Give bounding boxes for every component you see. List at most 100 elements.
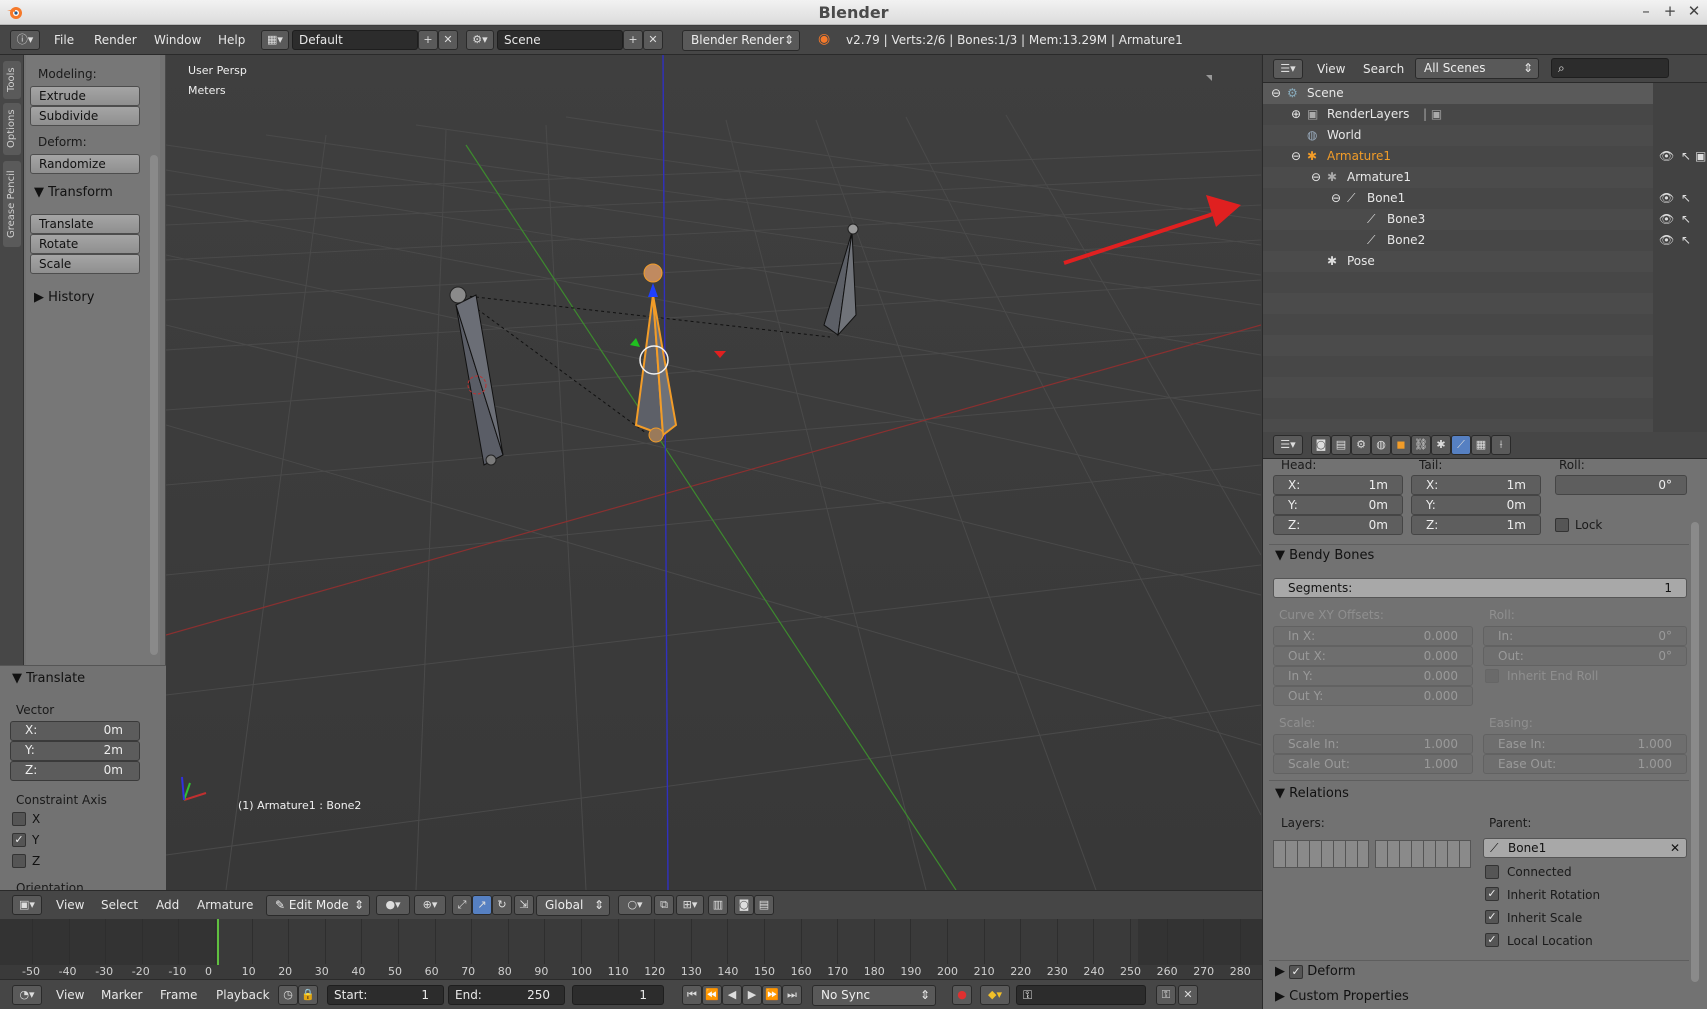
scale-in-field[interactable]: Scale In: 1.000 [1273,734,1473,754]
delete-layout-icon[interactable]: ✕ [438,30,458,50]
curve-out-x-field[interactable]: Out X: 0.000 [1273,646,1473,666]
transform-panel-header[interactable]: ▼ Transform [34,185,113,200]
constraint-y-checkbox[interactable]: ✓ [12,833,26,847]
tab-options[interactable]: Options [3,103,21,155]
local-location-checkbox[interactable]: ✓ [1485,933,1499,947]
jump-start-icon[interactable]: ⏮ [682,985,702,1005]
jump-end-icon[interactable]: ⏭ [782,985,802,1005]
sync-dropdown[interactable]: No Sync ⇕ [812,985,936,1006]
constraint-x-checkbox[interactable] [12,812,26,826]
mode-dropdown[interactable]: ✎ Edit Mode ⇕ [266,895,370,916]
randomize-button[interactable]: Randomize [30,154,140,174]
minimize-icon[interactable]: – [1637,2,1655,20]
selectable-cursor-icon[interactable]: ↖ [1681,149,1691,163]
vp-menu-select[interactable]: Select [101,898,138,912]
outliner-item-bone1[interactable]: ⊖ ⟋ Bone1 [1263,188,1653,209]
transform-orientation-dropdown[interactable]: Global ⇕ [536,895,610,916]
constraint-z-checkbox[interactable] [12,854,26,868]
outliner-item-pose[interactable]: ✱ Pose [1263,251,1653,272]
prev-keyframe-icon[interactable]: ⏪ [702,985,722,1005]
visibility-eye-icon[interactable]: 👁 [1659,212,1674,226]
inherit-end-roll-checkbox[interactable] [1485,669,1499,683]
ease-out-field[interactable]: Ease Out: 1.000 [1483,754,1687,774]
layers-icon[interactable]: ▥ [708,895,728,915]
deform-header[interactable]: ▶ ✓ Deform [1275,964,1356,979]
snap-element-icon[interactable]: ⊞▾ [676,895,704,915]
render-engine-dropdown[interactable]: Blender Render ⇕ [682,30,800,51]
clear-parent-icon[interactable]: ✕ [1670,839,1680,857]
render-opengl-icon[interactable]: ◙ [734,895,754,915]
outliner-item-bone2[interactable]: ⟋ Bone2 [1263,230,1653,251]
parent-field[interactable]: ⟋ Bone1 ✕ [1483,838,1687,858]
selectable-cursor-icon[interactable]: ↖ [1681,212,1691,226]
snap-toggle-icon[interactable]: ⧉ [654,895,674,915]
subdivide-button[interactable]: Subdivide [30,106,140,126]
tab-tools[interactable]: Tools [3,61,21,99]
record-icon[interactable]: ● [952,985,972,1005]
vp-menu-add[interactable]: Add [156,898,179,912]
curve-in-x-field[interactable]: In X: 0.000 [1273,626,1473,646]
outliner-menu-view[interactable]: View [1317,62,1345,76]
head-z-field[interactable]: Z: 0m [1273,515,1403,535]
properties-scrollbar[interactable] [1691,522,1699,982]
deform-checkbox[interactable]: ✓ [1289,965,1304,979]
add-layout-icon[interactable]: + [418,30,438,50]
tab-grease-pencil[interactable]: Grease Pencil [3,161,21,247]
add-scene-icon[interactable]: + [623,30,643,50]
visibility-eye-icon[interactable]: 👁 [1659,191,1674,205]
outliner-editor-type-icon[interactable]: ☰▾ [1273,59,1303,79]
scale-out-field[interactable]: Scale Out: 1.000 [1273,754,1473,774]
lock-range-icon[interactable]: 🔒 [298,985,318,1005]
armature-data-tab-icon[interactable]: ✱ [1431,435,1451,455]
end-frame-field[interactable]: End: 250 [448,985,565,1005]
timeline-area[interactable]: -50 -40 -30 -20 -10 0 10 20 30 40 50 60 70 80 90 100 110… [0,919,1262,979]
extrude-button[interactable]: Extrude [30,86,140,106]
connected-checkbox[interactable] [1485,865,1499,879]
translate-button[interactable]: Translate [30,214,140,234]
ease-in-field[interactable]: Ease In: 1.000 [1483,734,1687,754]
tail-x-field[interactable]: X: 1m [1411,475,1541,495]
active-keying-set-field[interactable]: ⚿ [1016,985,1146,1005]
tl-menu-playback[interactable]: Playback [216,988,270,1002]
roll-field[interactable]: 0° [1555,475,1687,495]
toolshelf-scrollbar[interactable] [150,155,158,655]
current-frame-marker[interactable] [217,919,219,965]
scene-icon[interactable]: ⚙▾ [466,30,494,50]
world-tab-icon[interactable]: ◍ [1371,435,1391,455]
tl-menu-view[interactable]: View [56,988,84,1002]
tail-y-field[interactable]: Y: 0m [1411,495,1541,515]
custom-properties-header[interactable]: ▶ Custom Properties [1275,989,1409,1004]
operator-header[interactable]: ▼ Translate [12,671,85,686]
object-tab-icon[interactable]: ◼ [1391,435,1411,455]
scene-field[interactable]: Scene [497,30,623,50]
outliner-item-scene[interactable]: ⊖ ⚙ Scene [1263,83,1653,104]
translate-x-field[interactable]: X: 0m [10,721,140,741]
tail-z-field[interactable]: Z: 1m [1411,515,1541,535]
menu-render[interactable]: Render [94,33,137,47]
play-reverse-icon[interactable]: ◀ [722,985,742,1005]
bendy-bones-header[interactable]: ▼ Bendy Bones [1275,548,1374,563]
outliner-item-bone3[interactable]: ⟋ Bone3 [1263,209,1653,230]
curve-out-y-field[interactable]: Out Y: 0.000 [1273,686,1473,706]
display-mode-dropdown[interactable]: All Scenes ⇕ [1415,58,1539,79]
translate-z-field[interactable]: Z: 0m [10,761,140,781]
menu-window[interactable]: Window [154,33,201,47]
close-icon[interactable]: ✕ [1685,2,1703,20]
vp-menu-view[interactable]: View [56,898,84,912]
maximize-icon[interactable]: + [1661,2,1679,20]
outliner-search-input[interactable]: ⌕ [1551,58,1669,78]
editor-type-icon[interactable]: ▣▾ [12,895,42,915]
viewport-shading-icon[interactable]: ●▾ [376,895,410,915]
scene-tab-icon[interactable]: ⚙ [1351,435,1371,455]
screen-layout-icon[interactable]: ▦▾ [261,30,289,50]
render-anim-icon[interactable]: ▤ [754,895,774,915]
head-y-field[interactable]: Y: 0m [1273,495,1403,515]
insert-keyframe-icon[interactable]: ⚿ [1156,985,1176,1005]
bone-layers-grid-1[interactable] [1273,840,1369,868]
proportional-edit-icon[interactable]: ○▾ [618,895,652,915]
inherit-rotation-checkbox[interactable]: ✓ [1485,887,1499,901]
outliner-menu-search[interactable]: Search [1363,62,1404,76]
relations-header[interactable]: ▼ Relations [1275,786,1349,801]
pivot-point-icon[interactable]: ⊕▾ [414,895,446,915]
manipulator-toggle-icon[interactable]: ⤢ [452,895,472,915]
